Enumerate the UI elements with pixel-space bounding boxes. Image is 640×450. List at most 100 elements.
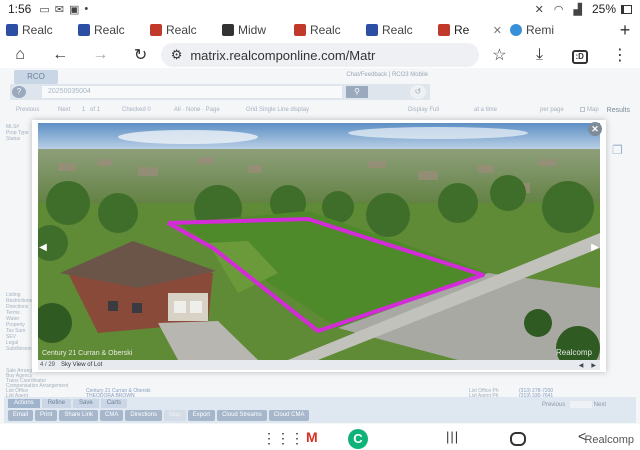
tab-label: Realc xyxy=(382,23,413,37)
display-select[interactable]: Display Full xyxy=(408,107,439,113)
tab-favicon xyxy=(222,24,234,36)
home-button[interactable] xyxy=(510,432,526,446)
tab-switcher-button[interactable]: :D xyxy=(560,46,600,64)
cloud xyxy=(118,130,258,144)
action-bar: Actions Refine Save Carts Email Print Sh… xyxy=(4,397,636,423)
next-link[interactable]: Next xyxy=(594,402,606,408)
system-nav-bar: ⋮⋮⋮ M C ||| < Realcomp xyxy=(0,428,640,450)
download-icon[interactable]: ⤓ xyxy=(520,46,560,64)
grid-view-icon[interactable]: ❐ xyxy=(612,143,632,157)
email-button[interactable]: Email xyxy=(8,410,34,421)
status-bar: 1:56 ▭ ✉ ▣ • ✕ ◠ ▟ 25% xyxy=(0,0,640,18)
status-right: ✕ ◠ ▟ 25% xyxy=(535,2,632,16)
tab-save[interactable]: Save xyxy=(73,399,99,408)
tab-midwest[interactable]: Midw xyxy=(218,19,290,41)
action-tabs: Actions Refine Save Carts xyxy=(8,399,128,408)
previous-link[interactable]: Previous xyxy=(542,402,565,408)
tab-favicon xyxy=(78,24,90,36)
select-all-none[interactable]: All · None · Page xyxy=(174,107,220,113)
tab-realcomp-3[interactable]: Realc xyxy=(146,19,218,41)
tab-active[interactable]: Re ✕ xyxy=(434,19,506,41)
aerial-lot-photo xyxy=(38,123,600,360)
share-link-button[interactable]: Share Link xyxy=(59,410,99,421)
tab-label: Midw xyxy=(238,23,267,37)
page-number: 1 xyxy=(82,107,86,113)
display-type[interactable]: Grid Single Line display xyxy=(246,107,309,113)
export-button[interactable]: Export xyxy=(187,410,216,421)
menu-kebab-icon[interactable]: ⋮ xyxy=(600,45,640,65)
watermark-office: Century 21 Curran & Oberski xyxy=(42,350,133,357)
directions-button[interactable]: Directions xyxy=(125,410,163,421)
close-modal-button[interactable]: ✕ xyxy=(588,122,602,136)
address-bar[interactable]: ⚙ matrix.realcomponline.com/Matr xyxy=(160,43,480,67)
url-text: matrix.realcomponline.com/Matr xyxy=(190,47,376,63)
photo-counter: 4 / 29 xyxy=(40,362,56,368)
tab-label: Realc xyxy=(166,23,197,37)
gmail-icon: ✉ xyxy=(54,3,64,16)
tab-remine[interactable]: Remi xyxy=(506,19,578,41)
new-tab-plus-icon[interactable]: + xyxy=(610,20,640,41)
tab-favicon xyxy=(6,24,18,36)
wifi-icon: ◠ xyxy=(553,3,564,16)
speed-bar-input[interactable]: 20250035004 xyxy=(42,86,342,98)
tab-favicon xyxy=(438,24,450,36)
tab-realcomp-4[interactable]: Realc xyxy=(290,19,362,41)
search-icon[interactable]: ⚲ xyxy=(346,86,368,98)
top-links[interactable]: Chat/Feedback | RCO3 Mobile xyxy=(346,72,428,78)
tab-realcomp-5[interactable]: Realc xyxy=(362,19,434,41)
recents-icon[interactable]: ||| xyxy=(446,429,459,444)
c-app-icon[interactable]: C xyxy=(348,429,368,449)
speed-bar: ? 20250035004 ⚲ ↺ xyxy=(10,84,430,100)
tab-favicon xyxy=(366,24,378,36)
bookmark-star-icon[interactable]: ☆ xyxy=(479,45,519,65)
listing-details: Sale Arrangement Buy Agency Trans Coordi… xyxy=(6,368,626,399)
at-a-time: at a time xyxy=(474,107,498,113)
next-link[interactable]: Next xyxy=(58,107,70,113)
tab-actions[interactable]: Actions xyxy=(8,399,40,408)
tab-favicon xyxy=(294,24,306,36)
checked-count: Checked 0 xyxy=(122,107,151,113)
per-page: per page xyxy=(540,107,564,113)
tab-carts[interactable]: Carts xyxy=(100,399,128,408)
help-icon[interactable]: ? xyxy=(12,86,26,98)
map-button[interactable]: Map xyxy=(164,410,186,421)
tab-realcomp-1[interactable]: Realc xyxy=(2,19,74,41)
results-link[interactable]: Results xyxy=(607,107,630,114)
close-tab-icon[interactable]: ✕ xyxy=(493,24,502,37)
home-icon[interactable]: ⌂ xyxy=(0,46,40,64)
site-settings-icon[interactable]: ⚙ xyxy=(171,47,183,63)
caption-play-icon[interactable]: ▶ xyxy=(591,362,596,369)
tab-realcomp-2[interactable]: Realc xyxy=(74,19,146,41)
app-drawer-icon[interactable]: ⋮⋮⋮ xyxy=(262,430,304,447)
cloud-cma-button[interactable]: Cloud CMA xyxy=(268,410,310,421)
tab-label: Realc xyxy=(22,23,53,37)
print-button[interactable]: Print xyxy=(35,410,58,421)
gmail-app-icon[interactable]: M xyxy=(306,429,318,445)
history-icon[interactable]: ↺ xyxy=(410,85,426,99)
tab-label: Realc xyxy=(94,23,125,37)
map-checkbox[interactable]: Map xyxy=(580,107,599,113)
previous-photo-arrow-icon[interactable]: ◀ xyxy=(38,241,48,255)
next-photo-arrow-icon[interactable]: ▶ xyxy=(590,241,600,255)
rco-logo: RCO xyxy=(14,70,58,84)
cloud-streams-button[interactable]: Cloud Streams xyxy=(217,410,267,421)
tab-refine[interactable]: Refine xyxy=(41,399,72,408)
previous-link[interactable]: Previous xyxy=(16,107,39,113)
mute-icon: ✕ xyxy=(534,3,544,16)
photo-caption: Sky View of Lot xyxy=(61,362,103,368)
tab-label: Realc xyxy=(310,23,341,37)
signal-icon: ▟ xyxy=(573,3,582,16)
listing-photo[interactable]: Century 21 Curran & Oberski Realcomp ◀ ▶ xyxy=(38,123,600,360)
map-label: Map xyxy=(587,107,599,114)
reload-icon[interactable]: ↻ xyxy=(121,45,161,65)
back-arrow-icon[interactable]: ← xyxy=(40,46,80,64)
cma-button[interactable]: CMA xyxy=(100,410,124,421)
page-box[interactable] xyxy=(569,401,592,408)
forward-arrow-icon[interactable]: → xyxy=(80,46,120,64)
caption-prev-icon[interactable]: ◀ xyxy=(579,362,584,369)
caption-nav: ◀ ▶ xyxy=(579,362,596,369)
action-buttons: Email Print Share Link CMA Directions Ma… xyxy=(8,410,310,421)
battery-percent: 25% xyxy=(591,2,616,16)
cloud xyxy=(348,127,528,139)
tab-strip: Realc Realc Realc Midw Realc Realc Re ✕ … xyxy=(0,18,640,42)
